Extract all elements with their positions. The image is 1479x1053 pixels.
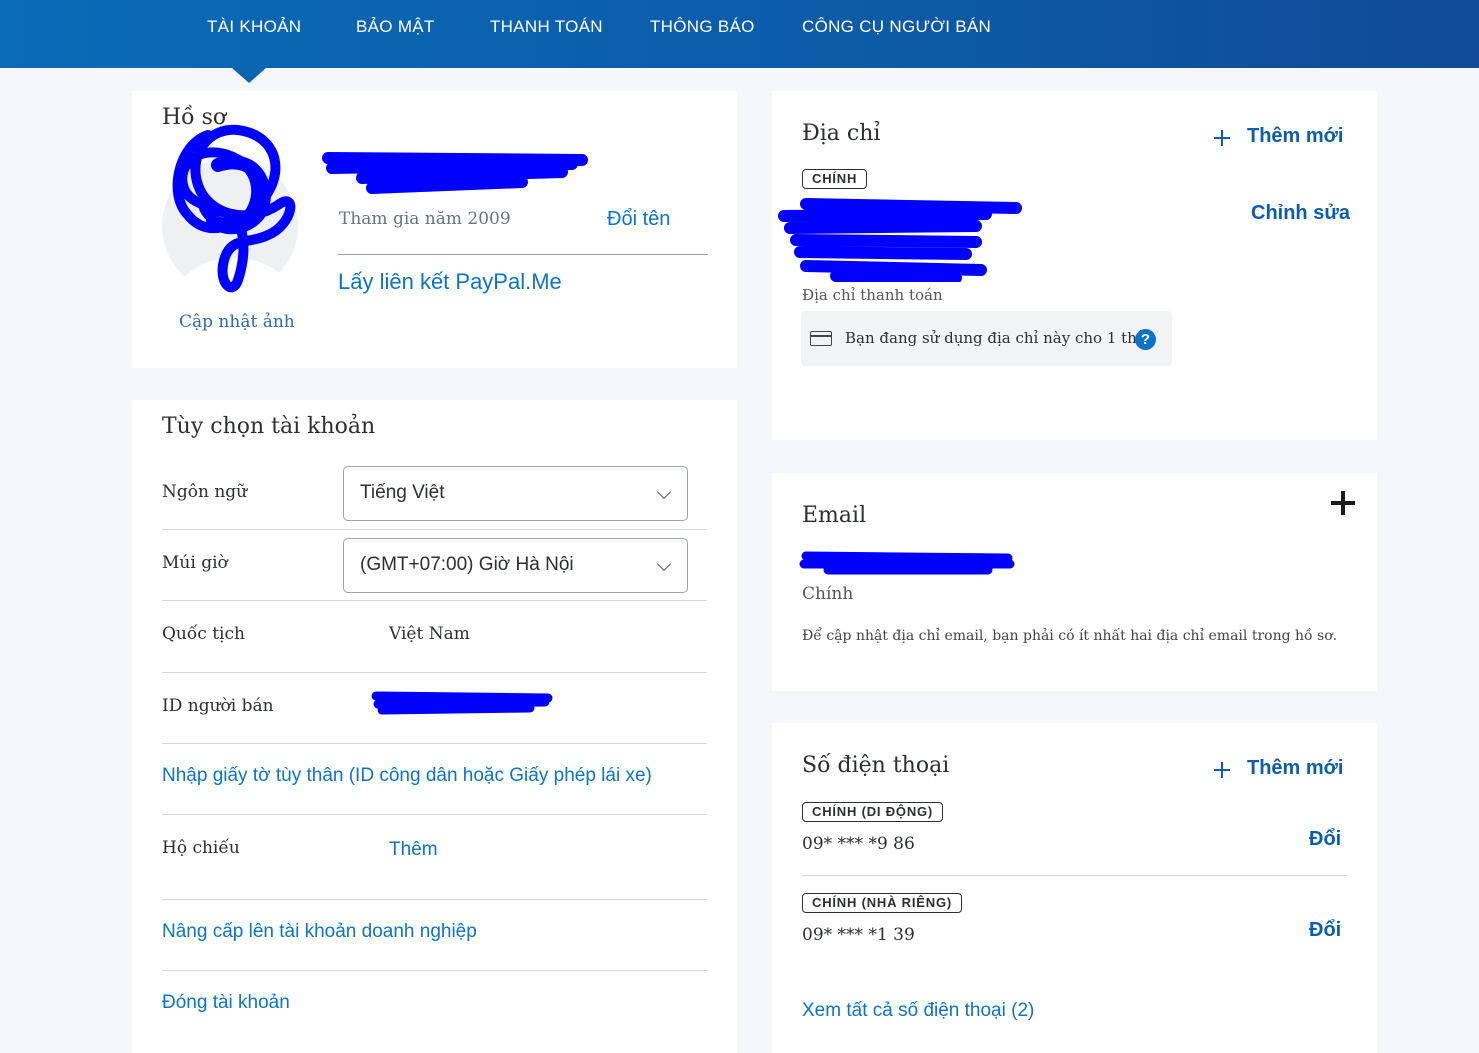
language-label: Ngôn ngữ <box>162 482 248 502</box>
address-redaction <box>778 198 1022 282</box>
nationality-label: Quốc tịch <box>162 624 245 644</box>
card-usage-notice: Bạn đang sử dụng địa chỉ này cho 1 thẻ ? <box>801 311 1172 366</box>
tab-account[interactable]: TÀI KHOẢN <box>207 17 301 37</box>
tab-security[interactable]: BẢO MẬT <box>356 17 435 37</box>
card-usage-text: Bạn đang sử dụng địa chỉ này cho 1 thẻ <box>845 329 1146 347</box>
phone-number-mobile: 09* *** *9 86 <box>802 834 915 854</box>
avatar-redaction <box>172 124 296 293</box>
tab-payments[interactable]: THANH TOÁN <box>490 17 603 37</box>
name-redaction <box>322 152 588 194</box>
email-primary-label: Chính <box>802 584 854 604</box>
address-edit-button[interactable]: Chỉnh sửa <box>1251 202 1350 225</box>
email-redaction <box>799 551 1015 575</box>
row-divider <box>162 899 707 900</box>
nationality-value: Việt Nam <box>389 624 470 644</box>
account-options-title: Tùy chọn tài khoản <box>162 414 376 439</box>
tab-notifications[interactable]: THÔNG BÁO <box>650 17 755 37</box>
billing-address-label: Địa chỉ thanh toán <box>802 286 943 304</box>
help-icon[interactable]: ? <box>1135 329 1156 350</box>
address-title: Địa chỉ <box>802 121 881 146</box>
merchant-id-label: ID người bán <box>162 696 274 716</box>
active-tab-indicator <box>232 68 266 83</box>
phone-badge-home: CHÍNH (NHÀ RIÊNG) <box>802 893 962 913</box>
row-divider <box>162 529 707 530</box>
phone-badge-mobile: CHÍNH (DI ĐỘNG) <box>802 802 944 822</box>
language-value: Tiếng Việt <box>360 482 445 503</box>
plus-icon[interactable] <box>1214 762 1230 778</box>
view-all-phones-link[interactable]: Xem tất cả số điện thoại (2) <box>802 1000 1034 1022</box>
update-photo-link[interactable]: Cập nhật ảnh <box>179 312 295 332</box>
upgrade-business-link[interactable]: Nâng cấp lên tài khoản doanh nghiệp <box>162 921 477 943</box>
profile-divider <box>338 254 708 255</box>
paypal-me-link[interactable]: Lấy liên kết PayPal.Me <box>338 269 562 295</box>
chevron-down-icon <box>656 556 672 572</box>
tab-seller-tools[interactable]: CÔNG CỤ NGƯỜI BÁN <box>802 17 991 37</box>
primary-badge: CHÍNH <box>802 169 868 189</box>
joined-date: Tham gia năm 2009 <box>339 209 511 229</box>
id-document-link[interactable]: Nhập giấy tờ tùy thân (ID công dân hoặc … <box>162 765 652 787</box>
chevron-down-icon <box>656 484 672 500</box>
passport-add-link[interactable]: Thêm <box>389 839 438 861</box>
row-divider <box>162 600 707 601</box>
row-divider <box>802 875 1347 876</box>
row-divider <box>162 743 707 744</box>
row-divider <box>162 814 707 815</box>
merchant-id-redaction <box>371 691 553 715</box>
language-select[interactable]: Tiếng Việt <box>343 466 688 521</box>
change-name-link[interactable]: Đổi tên <box>607 208 670 231</box>
change-phone-mobile-button[interactable]: Đổi <box>1309 828 1341 851</box>
close-account-link[interactable]: Đóng tài khoản <box>162 992 290 1014</box>
phone-number-home: 09* *** *1 39 <box>802 925 915 945</box>
plus-icon[interactable] <box>1214 130 1230 146</box>
phone-add-new-button[interactable]: Thêm mới <box>1247 757 1343 780</box>
top-navigation: TÀI KHOẢN BẢO MẬT THANH TOÁN THÔNG BÁO C… <box>0 0 1479 83</box>
address-add-new-button[interactable]: Thêm mới <box>1247 125 1343 148</box>
row-divider <box>162 970 707 971</box>
phone-title: Số điện thoại <box>802 753 950 778</box>
add-email-plus-icon[interactable] <box>1331 491 1355 515</box>
credit-card-icon <box>810 331 832 346</box>
timezone-label: Múi giờ <box>162 553 228 573</box>
email-note: Để cập nhật địa chỉ email, bạn phải có í… <box>802 628 1338 644</box>
timezone-value: (GMT+07:00) Giờ Hà Nội <box>360 554 574 575</box>
timezone-select[interactable]: (GMT+07:00) Giờ Hà Nội <box>343 538 688 593</box>
row-divider <box>162 672 707 673</box>
email-title: Email <box>802 503 867 528</box>
change-phone-home-button[interactable]: Đổi <box>1309 919 1341 942</box>
passport-label: Hộ chiếu <box>162 838 240 858</box>
